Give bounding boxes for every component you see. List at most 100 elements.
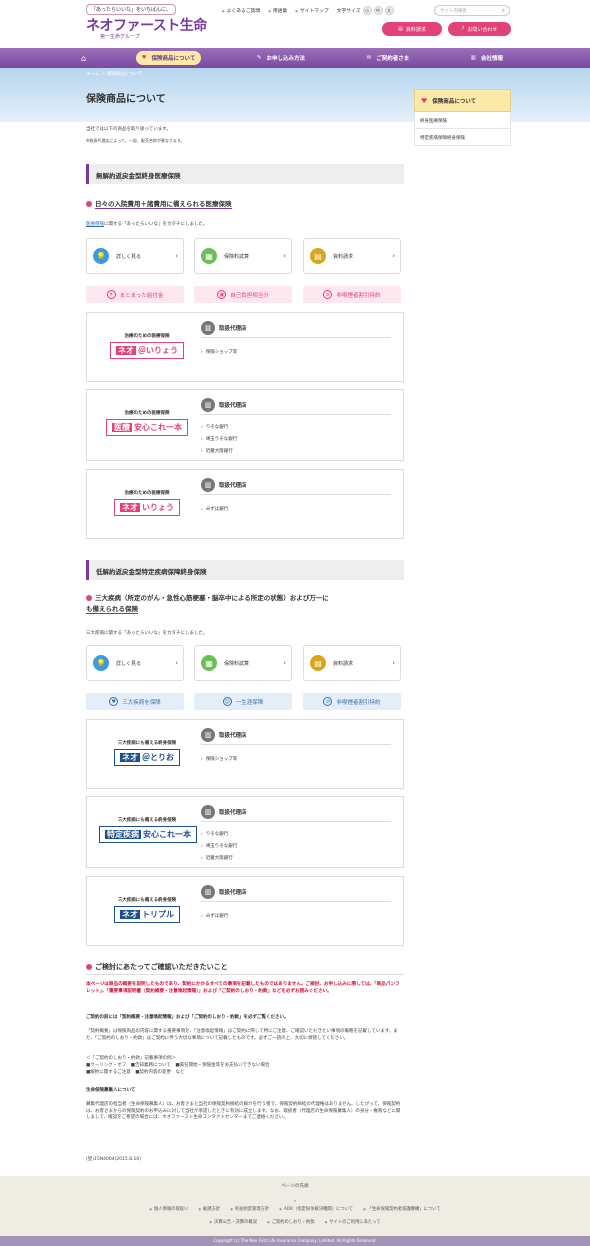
sidebar-heading[interactable]: ♥ 保険商品について — [414, 89, 511, 112]
font-size-medium[interactable]: 中 — [373, 6, 383, 15]
request-materials-button[interactable]: ▤ 資料請求 — [382, 22, 442, 36]
page-title: 保険商品について — [86, 94, 166, 105]
footer-link[interactable]: 決算公告・決算の概況 — [209, 1219, 257, 1225]
premium-estimate-button[interactable]: ▦ 保険料試算 › — [194, 645, 292, 681]
notice-list-2: ■解約に関するご注意 ■契約内容の変更 など — [86, 1070, 185, 1075]
agent-link[interactable]: りそな銀行 — [201, 424, 229, 430]
font-size-large[interactable]: 大 — [384, 6, 394, 15]
product-logo[interactable]: 治療のための医療保険ネオ いりょう — [99, 490, 195, 516]
chevron-right-icon: › — [392, 252, 395, 260]
home-icon[interactable]: ⌂ — [81, 54, 86, 63]
faq-link[interactable]: よくあるご質問 — [222, 7, 261, 14]
medical-link[interactable]: 医療保険 — [86, 222, 104, 227]
feature-label: 三大疾病を保障 — [122, 699, 161, 706]
product-name-text: トリプル — [142, 910, 174, 919]
agent-link[interactable]: みずほ銀行 — [201, 913, 229, 919]
agent-title: 取扱代理店 — [219, 483, 247, 489]
product-logo[interactable]: 三大疾病にも備える終身保険 ネオ トリプル — [99, 897, 195, 923]
search-placeholder: サイト内検索 — [440, 9, 467, 14]
font-size-small[interactable]: 小 — [362, 6, 372, 15]
product-card: 治療のための医療保険医療安心これ一本 ▥取扱代理店 りそな銀行 埼玉りそな銀行 … — [86, 389, 404, 461]
utility-nav: よくあるご質問 用語集 サイトマップ 文字サイズ 小 中 大 — [222, 6, 394, 15]
product-logo[interactable]: 治療のための医療保険 ネオ ＠いりょう — [99, 333, 195, 359]
footer-link[interactable]: 勧誘方針 — [198, 1206, 220, 1212]
product-caption: 治療のための医療保険 — [124, 411, 170, 416]
footer-link[interactable]: ご契約のしおり・約款 — [267, 1219, 315, 1225]
building-icon: ▥ — [201, 321, 215, 335]
footer-link[interactable]: 個人情報の取扱い — [149, 1206, 188, 1212]
feature-lump-sum: ¥ まとまった給付金 — [86, 286, 184, 303]
sidebar-item-critical-illness[interactable]: 特定疾病保障終身保険 — [414, 129, 511, 146]
brochure-label: 資料請求 — [333, 253, 354, 260]
notice-bold-1: ご契約の前には「契約概要・注意喚起情報」および「ご契約のしおり・約款」を必ずご覧… — [86, 1015, 289, 1020]
feature-label: まとまった給付金 — [119, 292, 164, 299]
product-caption: 三大疾病にも備える終身保険 — [117, 898, 177, 903]
nav-company[interactable]: ▥ 会社情報 — [465, 51, 509, 65]
request-brochure-button[interactable]: ▤ 資料請求 › — [303, 238, 401, 274]
nav-policyholders[interactable]: ✉ ご契約者さま — [361, 51, 416, 65]
agent-link[interactable]: 保険ショップ等 — [201, 349, 238, 355]
product-name: ネオ いりょう — [114, 499, 180, 516]
request-brochure-button[interactable]: ▤ 資料請求 › — [303, 645, 401, 681]
agent-link[interactable]: 埼玉りそな銀行 — [201, 843, 238, 849]
subheading-critical-illness: 三大疾病（所定のがん・急性心筋梗塞・脳卒中による所定の状態）および万一に も備えら… — [86, 593, 404, 615]
nav-products[interactable]: ♥ 保険商品について — [135, 51, 202, 65]
search-input[interactable]: サイト内検索 ⌕ — [434, 5, 510, 16]
agent-heading: ▥ 取扱代理店 — [201, 885, 391, 902]
details-button[interactable]: 💡 詳しく見る › — [86, 238, 184, 274]
agent-link[interactable]: 近畿大阪銀行 — [201, 448, 233, 454]
intro-text: 当社では以下の商品を取り扱っています。 — [86, 127, 171, 132]
product-caption: 三大疾病にも備える終身保険 — [117, 818, 177, 823]
footer-link[interactable]: 利益相反管理方針 — [230, 1206, 269, 1212]
agent-heading: ▥ 取扱代理店 — [201, 478, 391, 495]
agent-link[interactable]: 保険ショップ等 — [201, 756, 238, 762]
product-mark: ネオ — [120, 503, 140, 512]
nav-company-label: 会社情報 — [480, 56, 503, 62]
handshake-icon: ✉ — [366, 55, 372, 61]
footer-link[interactable]: 「生命保険契約者保護機構」について — [363, 1206, 441, 1212]
footer-link[interactable]: ADR（指定紛争解決機関）について — [279, 1206, 353, 1212]
search-icon[interactable]: ⌕ — [502, 7, 505, 15]
feature-label: 非喫煙者割引特約 — [336, 292, 381, 299]
subheading-medical: 日々の入院費用＋諸費用に備えられる医療保険 — [86, 199, 404, 210]
wallet-icon: ▣ — [217, 290, 227, 299]
glossary-link[interactable]: 用語集 — [268, 7, 287, 14]
site-logo[interactable]: ネオファースト生命 — [86, 15, 207, 35]
details-label: 詳しく見る — [116, 253, 142, 260]
calculator-icon: ▦ — [201, 248, 217, 264]
page-top-label[interactable]: ページの先頭 — [240, 1183, 350, 1189]
heart-pulse-icon: ♥ — [109, 697, 119, 706]
registration-code: (登)15N4004(2015.8.10) — [86, 1157, 141, 1162]
details-button[interactable]: 💡 詳しく見る › — [86, 645, 184, 681]
product-caption: 治療のための医療保険 — [124, 491, 170, 496]
agent-link[interactable]: 近畿大阪銀行 — [201, 855, 233, 861]
agent-heading: ▥ 取扱代理店 — [201, 728, 391, 745]
notice-title: ご検討にあたってご確認いただきたいこと — [95, 963, 228, 971]
nav-apply-label: お申し込み方法 — [266, 56, 306, 62]
building-icon: ▥ — [201, 478, 215, 492]
building-icon: ▥ — [201, 805, 215, 819]
product-logo[interactable]: 三大疾病にも備える終身保険 特定疾病 安心これ一本 — [99, 817, 197, 843]
font-size-label: 文字サイズ — [336, 9, 361, 14]
product-logo[interactable]: 三大疾病にも備える終身保険 ネオ ＠とりお — [99, 740, 195, 766]
agent-title: 取扱代理店 — [219, 890, 247, 896]
contact-button[interactable]: ? お問い合わせ — [448, 22, 511, 36]
product-name: 医療 安心これ一本 — [106, 419, 188, 436]
agent-link[interactable]: 埼玉りそな銀行 — [201, 436, 238, 442]
nav-apply[interactable]: ✎ お申し込み方法 — [251, 51, 311, 65]
sidebar-item-medical[interactable]: 終身医療保険 — [414, 112, 511, 129]
chevron-right-icon: › — [283, 659, 286, 667]
agent-title: 取扱代理店 — [219, 733, 247, 739]
intro-note: ※取扱代理店によって、一部、販売名称が異なります。 — [86, 138, 185, 143]
agent-link[interactable]: みずほ銀行 — [201, 506, 229, 512]
sitemap-link[interactable]: サイトマップ — [295, 7, 329, 14]
agent-link[interactable]: りそな銀行 — [201, 831, 229, 837]
product-logo[interactable]: 治療のための医療保険医療 安心これ一本 — [99, 410, 195, 436]
footer-link[interactable]: サイトのご利用にあたって — [325, 1219, 380, 1225]
sidebar-heading-label: 保険商品について — [432, 98, 477, 105]
agent-heading: ▥ 取扱代理店 — [201, 398, 391, 415]
tagline: 「あったらいいな」をいちばんに。 — [86, 4, 177, 15]
feature-label: 自己負担相当分 — [230, 292, 269, 299]
product-card: 治療のための医療保険ネオいりょう ▥ 取扱代理店 みずほ銀行 — [86, 469, 404, 539]
premium-estimate-button[interactable]: ▦ 保険料試算 › — [194, 238, 292, 274]
